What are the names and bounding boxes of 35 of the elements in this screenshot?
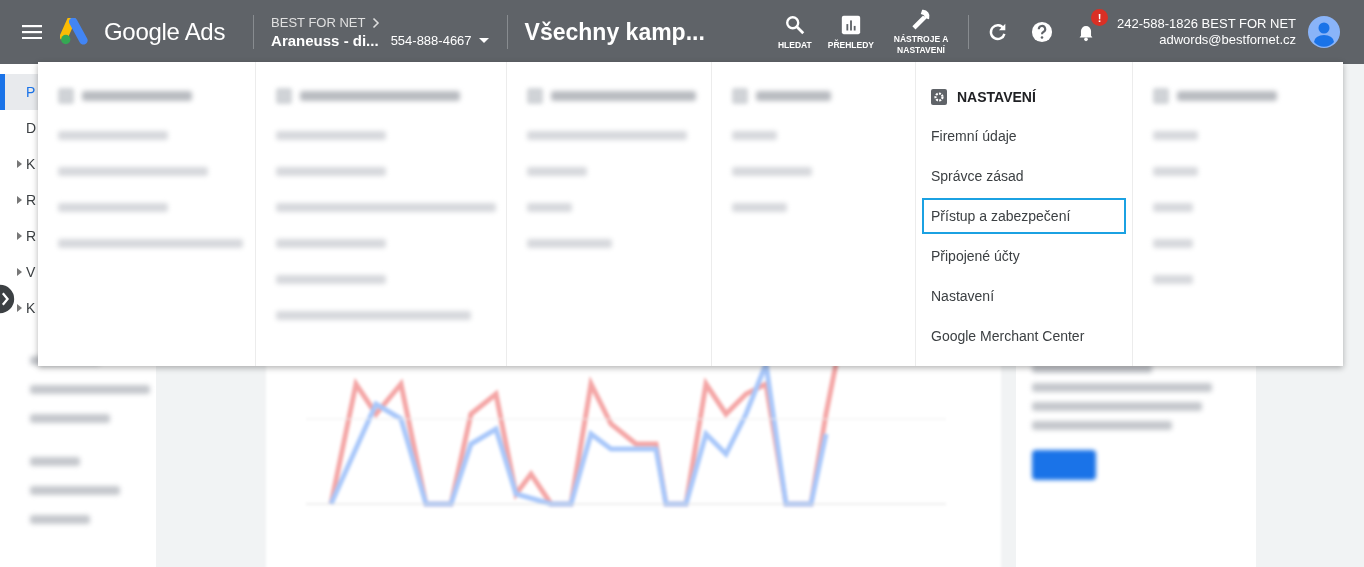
sidebar-item[interactable]: P [0,74,38,110]
search-button[interactable]: HLEDAT [771,13,818,51]
search-icon [783,13,806,36]
help-icon[interactable] [1031,21,1054,43]
menu-item[interactable]: Přístup a zabezpečení [922,198,1126,234]
account-name[interactable]: Araneuss - di... [271,32,379,49]
sidebar-item[interactable]: R [18,182,38,218]
product-name: Google Ads [104,18,226,46]
expand-sidebar-button[interactable] [0,284,17,314]
avatar-icon[interactable] [1308,16,1340,48]
notification-badge: ! [1091,9,1109,26]
tools-button[interactable]: NÁSTROJE A NASTAVENÍ [884,8,959,56]
reports-button[interactable]: PŘEHLEDY [821,13,881,51]
account-id: 554-888-4667 [390,33,472,48]
sidebar-item[interactable]: K [18,146,38,182]
menu-item[interactable]: Google Merchant Center [922,318,1126,354]
settings-icon [931,89,947,105]
sidebar-item[interactable]: R [18,218,38,254]
menu-item[interactable]: Firemní údaje [922,118,1126,154]
menu-item[interactable]: Nastavení [922,278,1126,314]
bar-chart-icon [839,13,862,36]
page-title: Všechny kamp... [524,18,705,46]
menu-heading: NASTAVENÍ [957,89,1036,105]
sidebar-item[interactable]: K [18,290,38,326]
caret-icon[interactable] [478,38,489,43]
sidebar-item[interactable]: D [0,110,38,146]
user-email: adwords@bestfornet.cz [1159,32,1296,48]
account-parent[interactable]: BEST FOR NET [271,15,366,30]
chevron-right-icon [372,16,381,29]
account-info: 242-588-1826 BEST FOR NET [1117,16,1296,32]
menu-item[interactable]: Správce zásad [922,158,1126,194]
menu-icon[interactable] [22,25,42,39]
menu-item[interactable]: Připojené účty [922,238,1126,274]
sidebar-item[interactable]: V [18,254,38,290]
wrench-icon [910,8,933,30]
